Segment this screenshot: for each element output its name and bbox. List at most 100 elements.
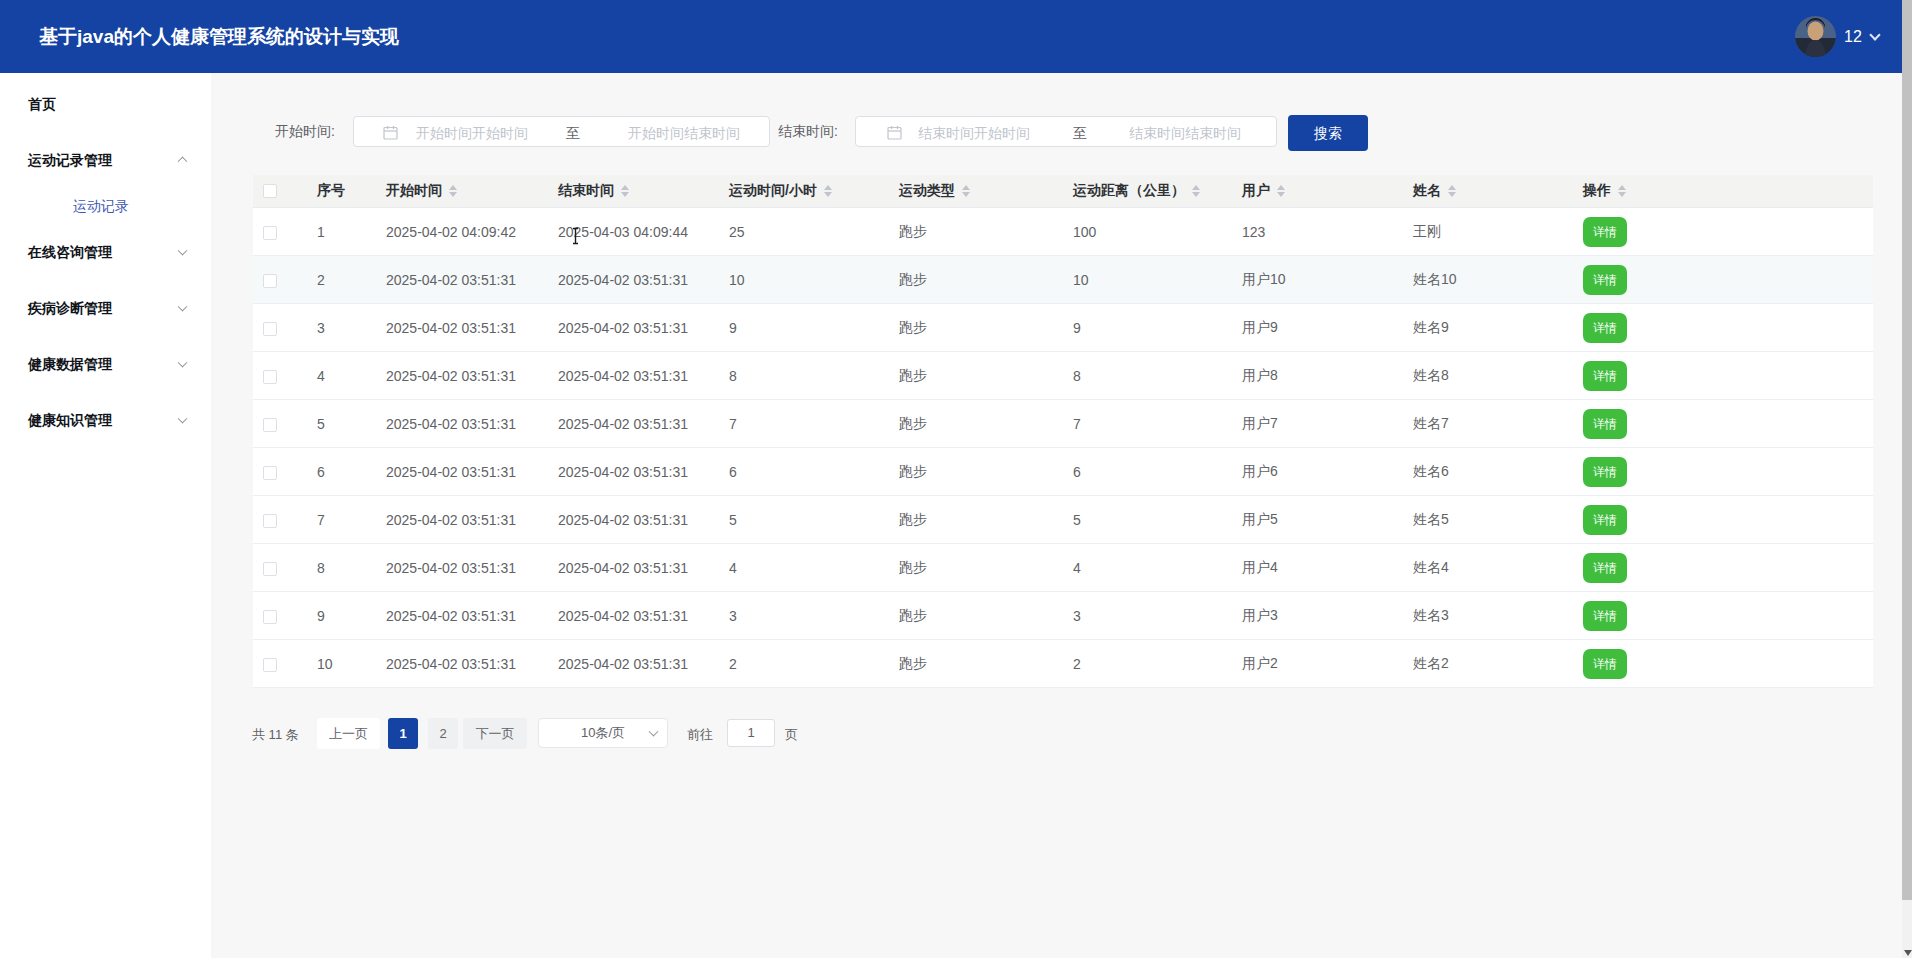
cell-r4-c2: 2025-04-02 03:51:31 (546, 368, 717, 384)
cell-r2-c3: 10 (717, 272, 887, 288)
cell-r9-c0: 9 (305, 608, 374, 624)
detail-button[interactable]: 详情 (1583, 217, 1627, 247)
avatar[interactable] (1795, 16, 1836, 57)
calendar-icon (383, 125, 398, 140)
sidebar-item-2[interactable]: 在线咨询管理 (0, 224, 211, 280)
cell-r8-c0: 8 (305, 560, 374, 576)
column-header-5[interactable]: 运动距离（公里） (1061, 182, 1230, 200)
detail-button[interactable]: 详情 (1583, 361, 1627, 391)
row-checkbox[interactable] (263, 610, 277, 624)
scrollbar-down-arrow-icon[interactable] (1904, 950, 1912, 956)
pagination-page-1[interactable]: 1 (388, 718, 418, 749)
sort-carets-icon[interactable] (449, 185, 457, 197)
sidebar-item-0[interactable]: 首页 (0, 76, 211, 132)
detail-button[interactable]: 详情 (1583, 505, 1627, 535)
records-table: 序号开始时间结束时间运动时间/小时运动类型运动距离（公里）用户姓名操作12025… (253, 175, 1873, 688)
sort-carets-icon[interactable] (1448, 185, 1456, 197)
page-size-select[interactable]: 10条/页 (538, 718, 668, 748)
sidebar-item-label: 健康数据管理 (28, 356, 112, 372)
column-header-2[interactable]: 结束时间 (546, 182, 717, 200)
sort-carets-icon[interactable] (621, 185, 629, 197)
sidebar-item-5[interactable]: 健康知识管理 (0, 392, 211, 448)
column-header-3[interactable]: 运动时间/小时 (717, 182, 887, 200)
column-label: 运动距离（公里） (1073, 182, 1185, 200)
sidebar-item-1[interactable]: 运动记录管理 (0, 132, 211, 188)
cell-r6-c1: 2025-04-02 03:51:31 (374, 464, 546, 480)
column-header-4[interactable]: 运动类型 (887, 182, 1061, 200)
cell-r7-c2: 2025-04-02 03:51:31 (546, 512, 717, 528)
detail-button[interactable]: 详情 (1583, 553, 1627, 583)
cell-r1-c1: 2025-04-02 04:09:42 (374, 224, 546, 240)
sidebar-item-label: 疾病诊断管理 (28, 300, 112, 316)
chevron-up-icon (178, 156, 188, 166)
cell-r5-c5: 7 (1061, 416, 1230, 432)
start-time-range-input[interactable]: 开始时间开始时间 至 开始时间结束时间 (353, 116, 770, 147)
row-checkbox[interactable] (263, 274, 277, 288)
sort-carets-icon[interactable] (1192, 185, 1200, 197)
search-button[interactable]: 搜索 (1288, 115, 1368, 151)
scrollbar-thumb[interactable] (1902, 0, 1912, 900)
sort-carets-icon[interactable] (1277, 185, 1285, 197)
sort-carets-icon[interactable] (1618, 185, 1626, 197)
detail-button[interactable]: 详情 (1583, 409, 1627, 439)
column-header-7[interactable]: 姓名 (1401, 182, 1571, 200)
chevron-down-icon (178, 414, 188, 424)
sidebar-item-label: 运动记录管理 (28, 152, 112, 168)
range-separator: 至 (566, 125, 580, 143)
user-menu[interactable]: 12 (1795, 0, 1879, 73)
cell-r3-c1: 2025-04-02 03:51:31 (374, 320, 546, 336)
cell-r1-c0: 1 (305, 224, 374, 240)
cell-r6-c5: 6 (1061, 464, 1230, 480)
pagination-prev-button[interactable]: 上一页 (317, 718, 380, 749)
row-checkbox[interactable] (263, 418, 277, 432)
chevron-down-icon (178, 358, 188, 368)
row-checkbox[interactable] (263, 562, 277, 576)
detail-button[interactable]: 详情 (1583, 313, 1627, 343)
sidebar-item-3[interactable]: 疾病诊断管理 (0, 280, 211, 336)
column-header-1[interactable]: 开始时间 (374, 182, 546, 200)
row-checkbox[interactable] (263, 658, 277, 672)
pagination-goto-label: 前往 (687, 726, 713, 744)
row-checkbox[interactable] (263, 466, 277, 480)
row-checkbox[interactable] (263, 514, 277, 528)
row-checkbox[interactable] (263, 322, 277, 336)
pagination-goto-input[interactable]: 1 (727, 719, 775, 747)
pagination-total: 共 11 条 (252, 726, 299, 744)
row-checkbox[interactable] (263, 370, 277, 384)
cell-r6-c4: 跑步 (887, 463, 1061, 481)
detail-button[interactable]: 详情 (1583, 265, 1627, 295)
cell-r9-c1: 2025-04-02 03:51:31 (374, 608, 546, 624)
user-dropdown-caret-icon (1869, 29, 1880, 40)
user-id: 12 (1844, 28, 1862, 46)
sidebar-item-4[interactable]: 健康数据管理 (0, 336, 211, 392)
cell-r9-c7: 姓名3 (1401, 607, 1571, 625)
column-label: 运动时间/小时 (729, 182, 817, 200)
table-row-4: 42025-04-02 03:51:312025-04-02 03:51:318… (253, 352, 1873, 400)
column-header-8[interactable]: 操作 (1571, 182, 1873, 200)
sidebar-subitem-运动记录[interactable]: 运动记录 (0, 188, 211, 224)
column-label: 姓名 (1413, 182, 1441, 200)
cell-r2-c2: 2025-04-02 03:51:31 (546, 272, 717, 288)
cell-r9-c5: 3 (1061, 608, 1230, 624)
table-header-row: 序号开始时间结束时间运动时间/小时运动类型运动距离（公里）用户姓名操作 (253, 175, 1873, 208)
select-all-checkbox[interactable] (263, 184, 277, 198)
start-time-label: 开始时间: (275, 123, 335, 141)
end-time-range-input[interactable]: 结束时间开始时间 至 结束时间结束时间 (855, 116, 1277, 147)
sort-carets-icon[interactable] (824, 185, 832, 197)
cell-r4-c5: 8 (1061, 368, 1230, 384)
chevron-down-icon (178, 246, 188, 256)
end-to-placeholder: 结束时间结束时间 (1129, 125, 1241, 143)
page-size-value: 10条/页 (581, 725, 625, 740)
column-header-6[interactable]: 用户 (1230, 182, 1401, 200)
cell-r10-c0: 10 (305, 656, 374, 672)
row-checkbox[interactable] (263, 226, 277, 240)
sort-carets-icon[interactable] (962, 185, 970, 197)
start-to-placeholder: 开始时间结束时间 (628, 125, 740, 143)
detail-button[interactable]: 详情 (1583, 649, 1627, 679)
pagination-page-2[interactable]: 2 (428, 718, 458, 749)
detail-button[interactable]: 详情 (1583, 601, 1627, 631)
detail-button[interactable]: 详情 (1583, 457, 1627, 487)
table-row-1: 12025-04-02 04:09:422025-04-03 04:09:442… (253, 208, 1873, 256)
cell-r4-c1: 2025-04-02 03:51:31 (374, 368, 546, 384)
pagination-next-button[interactable]: 下一页 (463, 718, 527, 749)
